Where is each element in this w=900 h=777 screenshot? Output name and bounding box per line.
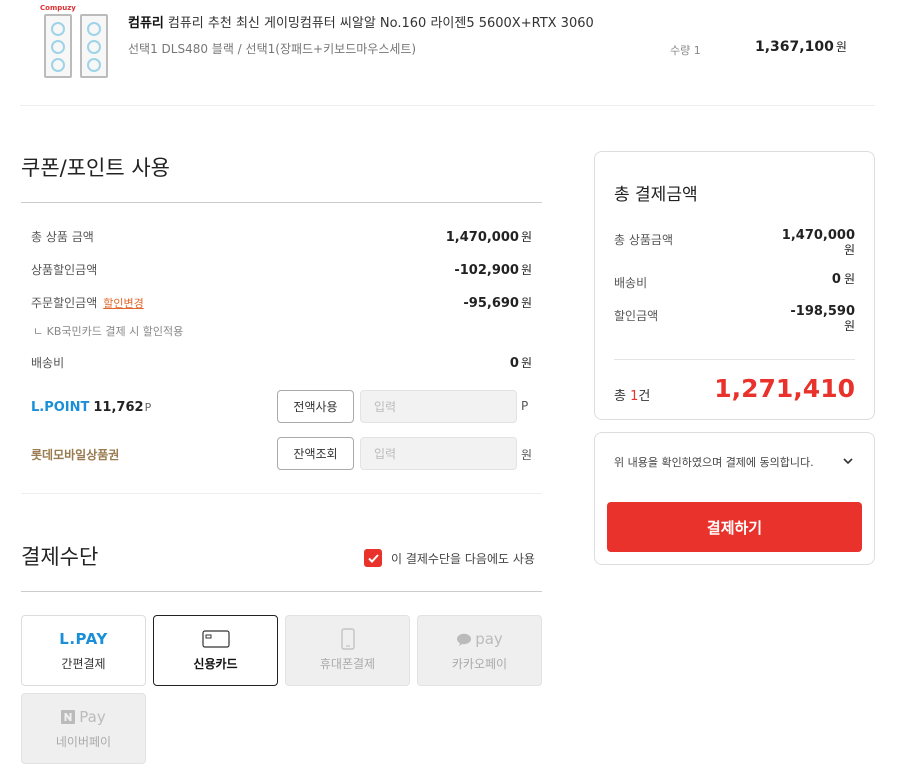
payment-method-title: 결제수단: [21, 545, 99, 569]
shipping-fee-value: 0원: [509, 356, 532, 371]
agreement-text[interactable]: 위 내용을 확인하였으며 결제에 동의합니다.: [614, 454, 814, 470]
total-product-amount-value: 1,470,000 원: [445, 230, 532, 245]
summary-discount-value: -198,590 원: [790, 304, 855, 334]
pay-method-label: 카카오페이: [451, 657, 508, 671]
agreement-box: 위 내용을 확인하였으며 결제에 동의합니다. 결제하기: [594, 432, 875, 565]
pay-method-kakaopay[interactable]: pay 카카오페이: [417, 615, 542, 686]
checkbox-checked-icon[interactable]: [364, 549, 382, 567]
pay-method-label: 신용카드: [193, 657, 238, 671]
pay-method-label: 간편결제: [61, 657, 106, 671]
mobile-phone-icon: [340, 628, 355, 650]
kb-card-discount-note: ㄴ KB국민카드 결제 시 할인적용: [33, 325, 184, 338]
divider: [21, 591, 542, 592]
lpay-logo: L.PAY: [59, 630, 108, 648]
order-discount-value: -95,690 원: [463, 296, 532, 311]
summary-shipping-label: 배송비: [614, 276, 648, 290]
summary-product-label: 총 상품금액: [614, 233, 674, 247]
speech-bubble-icon: [457, 633, 472, 646]
pay-method-mobile-phone[interactable]: 휴대폰결제: [285, 615, 410, 686]
pay-button[interactable]: 결제하기: [607, 502, 862, 552]
naverpay-logo: Pay: [61, 707, 106, 727]
lpoint-input[interactable]: [360, 390, 517, 423]
order-product-row: Compuzy 컴퓨리 컴퓨리 추천 최신 게이밍컴퓨터 씨알알 No.160 라…: [20, 0, 875, 106]
reuse-payment-option[interactable]: 이 결제수단을 다음에도 사용: [364, 549, 535, 567]
shipping-fee-label: 배송비: [31, 356, 65, 370]
reuse-payment-label: 이 결제수단을 다음에도 사용: [391, 551, 535, 566]
chevron-down-icon[interactable]: [842, 455, 854, 467]
change-discount-link[interactable]: 할인변경: [103, 297, 143, 310]
lotte-gift-card-label: 롯데모바일상품권: [31, 448, 120, 462]
product-discount-value: -102,900 원: [454, 263, 532, 278]
coupon-section-title: 쿠폰/포인트 사용: [21, 156, 170, 180]
lpoint-label: L.POINT 11,762P: [31, 400, 152, 415]
product-name: 컴퓨리 추천 최신 게이밍컴퓨터 씨알알 No.160 라이젠5 5600X+R…: [167, 16, 594, 31]
divider: [21, 202, 542, 203]
pay-method-naverpay[interactable]: Pay 네이버페이: [21, 693, 146, 764]
pc-case-image: [44, 14, 72, 78]
product-title[interactable]: 컴퓨리 컴퓨리 추천 최신 게이밍컴퓨터 씨알알 No.160 라이젠5 5600…: [128, 12, 594, 31]
kakaopay-logo: pay: [456, 629, 503, 649]
order-count: 총 1건: [614, 389, 651, 404]
use-all-points-button[interactable]: 전액사용: [277, 390, 354, 423]
thumbnail-brand-logo: Compuzy: [40, 4, 76, 12]
product-thumbnail[interactable]: Compuzy: [40, 4, 114, 82]
check-balance-button[interactable]: 잔액조회: [277, 437, 354, 470]
credit-card-icon: [201, 629, 230, 649]
gift-card-input[interactable]: [360, 437, 517, 470]
product-brand: 컴퓨리: [128, 16, 164, 31]
divider: [614, 359, 855, 360]
product-quantity: 수량 1: [670, 44, 701, 57]
pc-case-image: [80, 14, 108, 78]
summary-product-value: 1,470,000 원: [781, 228, 855, 258]
product-discount-label: 상품할인금액: [31, 263, 98, 277]
pay-method-label: 네이버페이: [55, 735, 112, 749]
order-discount-label: 주문할인금액 할인변경: [31, 296, 144, 310]
lpoint-input-unit: P: [521, 399, 529, 413]
divider: [21, 493, 542, 494]
product-price: 1,367,100 원: [755, 39, 847, 55]
summary-title: 총 결제금액: [614, 185, 698, 205]
summary-discount-label: 할인금액: [614, 309, 659, 323]
pay-method-label: 휴대폰결제: [319, 657, 376, 671]
summary-shipping-value: 0원: [831, 272, 855, 287]
payment-summary-box: 총 결제금액 총 상품금액 1,470,000 원 배송비 0원 할인금액 -19…: [594, 151, 875, 420]
product-options: 선택1 DLS480 블랙 / 선택1(장패드+키보드마우스세트): [128, 42, 417, 56]
lpoint-balance: 11,762: [93, 400, 144, 415]
total-payment-amount: 1,271,410: [714, 374, 855, 403]
pay-method-credit-card[interactable]: 신용카드: [153, 615, 278, 686]
total-product-amount-label: 총 상품 금액: [31, 230, 94, 244]
naver-n-icon: [61, 710, 76, 724]
pay-method-lpay[interactable]: L.PAY 간편결제: [21, 615, 146, 686]
gift-card-input-unit: 원: [521, 448, 533, 462]
